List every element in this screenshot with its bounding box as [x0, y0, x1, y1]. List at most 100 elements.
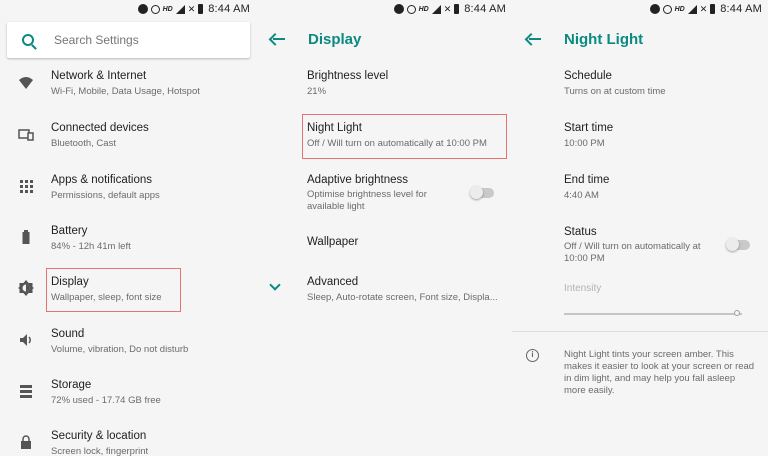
night-light-header: Night Light: [512, 20, 768, 58]
item-subtitle: 4:40 AM: [564, 190, 599, 201]
night-light-info-text: Night Light tints your screen amber. Thi…: [564, 349, 755, 396]
alarm-icon: [662, 4, 672, 14]
signal-icon: [175, 4, 185, 14]
status-time: 8:44 AM: [720, 3, 762, 15]
status-bar: HD ✕ 8:44 AM: [512, 0, 768, 18]
search-placeholder: Search Settings: [54, 33, 139, 47]
storage-icon: [20, 385, 32, 398]
no-signal-icon: ✕: [443, 3, 452, 14]
item-title: Apps & notifications: [51, 174, 153, 186]
page-title: Display: [308, 30, 362, 48]
chevron-down-icon: [269, 279, 281, 291]
intensity-slider[interactable]: [564, 313, 742, 315]
item-subtitle: Wi-Fi, Mobile, Data Usage, Hotspot: [51, 86, 200, 97]
back-arrow-icon[interactable]: [270, 29, 290, 49]
item-title: Storage: [51, 379, 92, 391]
divider: [512, 331, 768, 332]
alarm-icon: [150, 4, 160, 14]
settings-item-network[interactable]: Network & Internet Wi-Fi, Mobile, Data U…: [0, 66, 256, 116]
night-light-item-end-time[interactable]: End time 4:40 AM: [512, 170, 768, 220]
status-bar: HD ✕ 8:44 AM: [0, 0, 256, 18]
apps-icon: [20, 180, 33, 193]
info-icon: i: [526, 349, 539, 362]
no-signal-icon: ✕: [699, 3, 708, 14]
item-title: Battery: [51, 225, 88, 237]
wifi-icon: [19, 77, 33, 89]
settings-item-sound[interactable]: Sound Volume, vibration, Do not disturb: [0, 324, 256, 374]
search-bar[interactable]: Search Settings: [7, 22, 250, 58]
page-title: Night Light: [564, 30, 644, 48]
item-title: Start time: [564, 122, 614, 134]
settings-item-security[interactable]: Security & location Screen lock, fingerp…: [0, 426, 256, 456]
display-item-adaptive-brightness[interactable]: Adaptive brightness Optimise brightness …: [256, 170, 512, 216]
display-item-advanced[interactable]: Advanced Sleep, Auto-rotate screen, Font…: [256, 272, 512, 322]
status-bar: HD ✕ 8:44 AM: [256, 0, 512, 18]
item-title: Sound: [51, 328, 85, 340]
dnd-icon: [649, 4, 660, 14]
intensity-label: Intensity: [564, 283, 602, 294]
battery-status-icon: [454, 4, 460, 14]
alarm-icon: [406, 4, 416, 14]
item-title: End time: [564, 174, 610, 186]
night-light-item-status[interactable]: Status Off / Will turn on automatically …: [512, 222, 768, 268]
item-subtitle: 10:00 PM: [564, 138, 605, 149]
display-header: Display: [256, 20, 512, 58]
item-subtitle: 72% used - 17.74 GB free: [51, 395, 161, 406]
settings-item-connected-devices[interactable]: Connected devices Bluetooth, Cast: [0, 118, 256, 168]
item-title: Connected devices: [51, 122, 149, 134]
item-subtitle-line2: available light: [307, 201, 365, 212]
volume-icon: [20, 334, 31, 346]
lock-icon: [21, 435, 31, 449]
item-title: Wallpaper: [307, 236, 359, 248]
battery-status-icon: [198, 4, 204, 14]
item-subtitle-line2: 10:00 PM: [564, 253, 605, 264]
item-title: Network & Internet: [51, 70, 147, 82]
settings-panel: HD ✕ 8:44 AM Search Settings Network & I…: [0, 0, 256, 456]
item-title: Schedule: [564, 70, 612, 82]
signal-icon: [687, 4, 697, 14]
signal-icon: [431, 4, 441, 14]
item-title: Advanced: [307, 276, 359, 288]
night-light-status-toggle[interactable]: [726, 238, 750, 251]
item-subtitle: Off / Will turn on automatically at: [564, 241, 701, 252]
item-title: Adaptive brightness: [307, 174, 409, 186]
item-subtitle: Turns on at custom time: [564, 86, 666, 97]
status-time: 8:44 AM: [208, 3, 250, 15]
item-title: Status: [564, 226, 597, 238]
night-light-highlight-box: [302, 114, 507, 159]
night-light-panel: HD ✕ 8:44 AM Night Light Schedule Turns …: [512, 0, 768, 456]
display-panel: HD ✕ 8:44 AM Display Brightness level 21…: [256, 0, 512, 456]
item-subtitle: Bluetooth, Cast: [51, 138, 116, 149]
settings-item-storage[interactable]: Storage 72% used - 17.74 GB free: [0, 375, 256, 425]
adaptive-brightness-toggle[interactable]: [470, 186, 494, 199]
item-subtitle: Permissions, default apps: [51, 190, 160, 201]
dnd-icon: [393, 4, 404, 14]
status-time: 8:44 AM: [464, 3, 506, 15]
display-highlight-box: [46, 268, 181, 312]
settings-item-battery[interactable]: Battery 84% - 12h 41m left: [0, 221, 256, 271]
battery-status-icon: [710, 4, 716, 14]
night-light-item-schedule[interactable]: Schedule Turns on at custom time: [512, 66, 768, 116]
item-subtitle: Sleep, Auto-rotate screen, Font size, Di…: [307, 292, 498, 303]
item-title: Security & location: [51, 430, 147, 442]
devices-icon: [18, 129, 34, 141]
item-subtitle: Optimise brightness level for: [307, 189, 427, 200]
display-item-wallpaper[interactable]: Wallpaper: [256, 232, 512, 256]
night-light-item-start-time[interactable]: Start time 10:00 PM: [512, 118, 768, 168]
item-subtitle: 84% - 12h 41m left: [51, 241, 131, 252]
intensity-slider-thumb[interactable]: [733, 310, 740, 316]
display-item-brightness[interactable]: Brightness level 21%: [256, 66, 512, 116]
dnd-icon: [137, 4, 148, 14]
back-arrow-icon[interactable]: [526, 29, 546, 49]
settings-item-apps[interactable]: Apps & notifications Permissions, defaul…: [0, 170, 256, 220]
hd-icon: HD: [162, 5, 173, 13]
battery-icon: [22, 230, 30, 244]
search-icon: [22, 34, 34, 46]
brightness-icon: [18, 280, 34, 296]
hd-icon: HD: [674, 5, 685, 13]
item-subtitle: 21%: [307, 86, 327, 97]
item-subtitle: Volume, vibration, Do not disturb: [51, 344, 189, 355]
item-subtitle: Screen lock, fingerprint: [51, 446, 149, 456]
hd-icon: HD: [418, 5, 429, 13]
no-signal-icon: ✕: [187, 3, 196, 14]
